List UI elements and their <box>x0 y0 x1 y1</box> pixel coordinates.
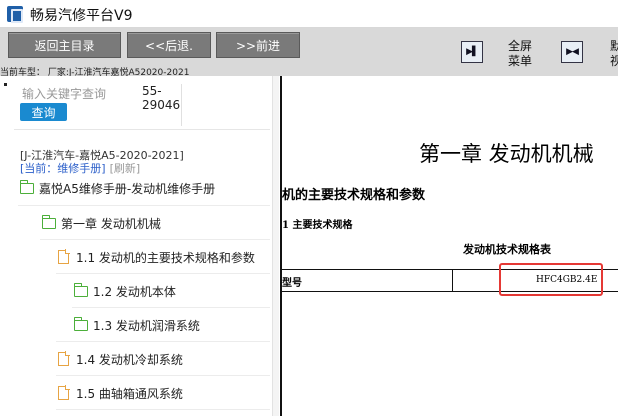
highlight-annotation <box>499 263 603 296</box>
document-icon <box>58 385 70 400</box>
current-section-link[interactable]: [当前：维修手册] <box>20 162 106 175</box>
tree-separator <box>18 205 270 206</box>
tree-item-1-4[interactable]: 1.4 发动机冷却系统 <box>58 348 183 370</box>
tree-separator <box>56 375 270 376</box>
fullscreen-menu-button[interactable]: 全屏 菜单 <box>503 39 537 69</box>
tree-separator <box>56 273 270 274</box>
panel-divider <box>14 129 270 130</box>
folder-icon <box>74 316 88 331</box>
default-view-button[interactable]: 默 视 <box>606 39 618 69</box>
tree-item-label: 1.4 发动机冷却系统 <box>76 352 183 367</box>
tree-item-1-5[interactable]: 1.5 曲轴箱通风系统 <box>58 382 183 404</box>
tree-item-1-3[interactable]: 1.3 发动机润滑系统 <box>74 314 200 336</box>
default-view-label-line2: 视 <box>609 54 618 68</box>
chapter-title: 第一章 发动机机械 <box>419 142 594 166</box>
bullet-marker <box>4 83 7 86</box>
forward-button[interactable]: >>前进 <box>216 32 300 58</box>
code-line-2: 29046 <box>142 98 181 112</box>
default-view-label-line1: 默 <box>609 39 618 53</box>
code-readout: 55- 29046 <box>142 84 182 126</box>
back-to-main-button[interactable]: 返回主目录 <box>8 32 121 58</box>
tree-item-label: 1.2 发动机本体 <box>93 284 176 299</box>
toolbar: 返回主目录 <<后退. >>前进 ▶▌ 全屏 菜单 ▶◀ 默 视 当前车型： 厂… <box>0 28 618 78</box>
table-column-divider <box>452 270 453 291</box>
document-icon <box>58 351 70 366</box>
tree-separator <box>56 409 270 410</box>
document-edge <box>280 76 282 416</box>
section-title: 机的主要技术规格和参数 <box>282 188 426 203</box>
tree-item-1-1[interactable]: 1.1 发动机的主要技术规格和参数 <box>58 246 255 268</box>
back-button[interactable]: <<后退. <box>127 32 211 58</box>
tree-item-label: 1.5 曲轴箱通风系统 <box>76 386 183 401</box>
folder-icon <box>74 282 88 297</box>
app-logo-icon <box>7 6 23 23</box>
tree-item-1-2[interactable]: 1.2 发动机本体 <box>74 280 176 302</box>
folder-icon <box>42 214 56 229</box>
window-title: 畅易汽修平台V9 <box>30 8 133 24</box>
title-bar: 畅易汽修平台V9 <box>0 0 618 28</box>
fullscreen-menu-icon[interactable]: ▶▌ <box>461 41 483 63</box>
subsection-title: 1 主要技术规格 <box>282 220 353 231</box>
tree-item-label: 1.1 发动机的主要技术规格和参数 <box>76 250 255 265</box>
tree-item-label: 嘉悦A5维修手册-发动机维修手册 <box>39 181 216 196</box>
query-button[interactable]: 查询 <box>20 103 67 121</box>
tree-item-manual-root[interactable]: 嘉悦A5维修手册-发动机维修手册 <box>20 177 215 199</box>
folder-icon <box>20 179 34 194</box>
fullscreen-label-line2: 菜单 <box>507 54 532 68</box>
default-view-icon[interactable]: ▶◀ <box>561 41 583 63</box>
tree-item-label: 第一章 发动机机械 <box>61 216 161 231</box>
document-icon <box>58 249 70 264</box>
refresh-link[interactable]: [刷新] <box>110 162 141 175</box>
tree-separator <box>72 307 270 308</box>
panel-scrollbar[interactable] <box>272 76 279 416</box>
spec-row-key: 型号 <box>282 278 302 289</box>
tree-separator <box>40 239 270 240</box>
navigation-panel: 查询 55- 29046 [J-江淮汽车-嘉悦A5-2020-2021] [当前… <box>0 76 279 416</box>
tree-status-line: [当前：维修手册] [刷新] <box>20 160 140 176</box>
code-line-1: 55- <box>142 84 162 98</box>
tree-separator <box>56 341 270 342</box>
table-caption: 发动机技术规格表 <box>463 243 551 256</box>
fullscreen-label-line1: 全屏 <box>507 39 532 53</box>
tree-item-label: 1.3 发动机润滑系统 <box>93 318 200 333</box>
keyword-search-input[interactable] <box>22 85 108 103</box>
tree-item-chapter-1[interactable]: 第一章 发动机机械 <box>42 212 161 234</box>
document-viewer[interactable]: 第一章 发动机机械 机的主要技术规格和参数 1 主要技术规格 发动机技术规格表 … <box>280 76 618 416</box>
